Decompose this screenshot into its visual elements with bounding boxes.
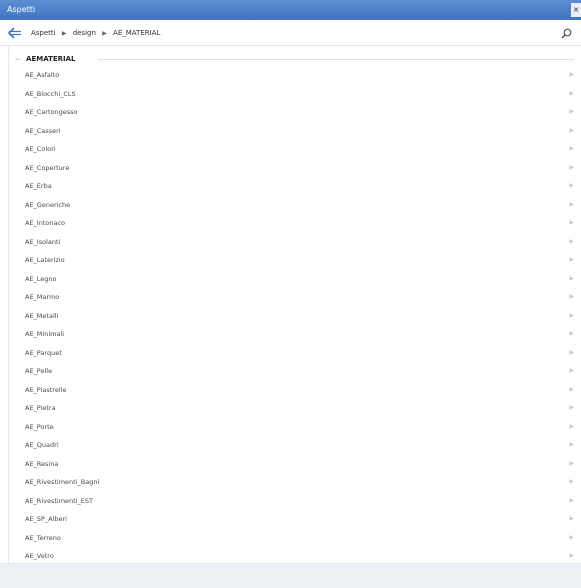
list-item[interactable]: AE_Legno ▶ <box>9 270 581 289</box>
list-item[interactable]: AE_Porte ▶ <box>9 418 581 437</box>
list-item-label: AE_Cartongesso <box>25 108 78 116</box>
search-icon[interactable] <box>561 28 572 39</box>
list-item[interactable]: AE_Minimali ▶ <box>9 325 581 344</box>
chevron-right-icon: ▶ <box>569 163 574 171</box>
list-item-label: AE_Rivestimenti_Bagni <box>25 478 100 486</box>
list-item-label: AE_Coperture <box>25 163 70 172</box>
list-item[interactable]: AE_Intonaco ▶ <box>9 214 581 233</box>
chevron-right-icon: ▶ <box>569 459 574 467</box>
list-item-label: AE_Isolanti <box>25 237 61 246</box>
list-item-label: AE_Porte <box>25 422 54 431</box>
chevron-right-icon: ▶ <box>569 367 574 374</box>
list-item[interactable]: AE_Casseri ▶ <box>9 122 581 141</box>
list-item[interactable]: AE_Coperture ▶ <box>9 159 581 178</box>
list-item-label: AE_Intonaco <box>25 219 66 227</box>
list-item-label: AE_Vetro <box>25 552 54 560</box>
chevron-right-icon: ▶ <box>569 256 574 263</box>
list-item-label: AE_Minimali <box>25 330 65 338</box>
breadcrumb-item-design[interactable]: design <box>73 29 96 37</box>
list-item[interactable]: AE_Generiche ▶ <box>9 196 581 215</box>
chevron-right-icon: ▶ <box>569 293 574 300</box>
collapse-icon[interactable]: − <box>15 56 20 63</box>
group-title: AEMATERIAL <box>26 55 76 63</box>
list-item[interactable]: AE_SP_Alberi ▶ <box>9 510 581 529</box>
list-item-label: AE_Generiche <box>25 200 71 209</box>
list-item-label: AE_Quadri <box>25 441 59 449</box>
chevron-right-icon: ▶ <box>569 348 574 356</box>
list-item[interactable]: AE_Laterizio ▶ <box>9 251 581 270</box>
chevron-right-icon: ▶ <box>569 219 574 226</box>
list-item-label: AE_Asfalto <box>25 71 60 79</box>
list-item[interactable]: AE_Resina ▶ <box>9 455 581 474</box>
triangle-right-icon: ▶ <box>61 30 67 37</box>
list-item-label: AE_Rivestimenti_EST <box>25 496 93 505</box>
breadcrumb-item-aspetti[interactable]: Aspetti <box>31 29 56 37</box>
list-item[interactable]: AE_Rivestimenti_EST ▶ <box>9 492 581 511</box>
list-item-label: AE_Casseri <box>25 126 61 135</box>
list-item[interactable]: AE_Blocchi_CLS ▶ <box>9 85 581 104</box>
chevron-right-icon: ▶ <box>569 330 574 337</box>
list-item[interactable]: AE_Terreno ▶ <box>9 529 581 548</box>
list-item-label: AE_Parquet <box>25 348 62 357</box>
chevron-right-icon: ▶ <box>569 145 574 152</box>
list-item-label: AE_Terreno <box>25 533 61 542</box>
list-item[interactable]: AE_Piastrelle ▶ <box>9 381 581 400</box>
list-item[interactable]: AE_Metalli ▶ <box>9 307 581 326</box>
list-item[interactable]: AE_Erba ▶ <box>9 177 581 196</box>
list-item-label: AE_Piastrelle <box>25 385 67 394</box>
chevron-right-icon: ▶ <box>569 108 574 115</box>
list-item-label: AE_Pelle <box>25 367 53 375</box>
list-item-label: AE_Resina <box>25 459 59 468</box>
list-item[interactable]: AE_Pietra ▶ <box>9 399 581 418</box>
list-item[interactable]: AE_Marmo ▶ <box>9 288 581 307</box>
list-item-label: AE_Pietra <box>25 404 56 412</box>
chevron-right-icon: ▶ <box>569 441 574 448</box>
chevron-right-icon: ▶ <box>569 126 574 134</box>
chevron-right-icon: ▶ <box>569 496 574 504</box>
chevron-right-icon: ▶ <box>569 237 574 245</box>
chevron-right-icon: ▶ <box>569 71 574 78</box>
chevron-right-icon: ▶ <box>569 311 574 319</box>
close-button[interactable]: × <box>571 3 581 17</box>
chevron-right-icon: ▶ <box>569 182 574 189</box>
chevron-right-icon: ▶ <box>569 533 574 541</box>
list-item[interactable]: AE_Asfalto ▶ <box>9 66 581 85</box>
material-list: AE_Asfalto ▶ AE_Blocchi_CLS ▶ AE_Cartongesso… <box>9 66 581 566</box>
list-item[interactable]: AE_Isolanti ▶ <box>9 233 581 252</box>
chevron-right-icon: ▶ <box>569 274 574 282</box>
list-item-label: AE_Erba <box>25 182 52 190</box>
chevron-right-icon: ▶ <box>569 422 574 430</box>
list-item-label: AE_SP_Alberi <box>25 515 67 523</box>
chevron-right-icon: ▶ <box>569 515 574 522</box>
breadcrumb: Aspetti ▶ design ▶ AE_MATERIAL <box>31 20 160 46</box>
chevron-right-icon: ▶ <box>569 478 574 485</box>
footer-bar <box>0 563 581 588</box>
group-header[interactable]: − AEMATERIAL <box>15 52 95 66</box>
list-item[interactable]: AE_Parquet ▶ <box>9 344 581 363</box>
list-item-label: AE_Legno <box>25 274 57 283</box>
chevron-right-icon: ▶ <box>569 385 574 393</box>
list-item[interactable]: AE_Pelle ▶ <box>9 362 581 381</box>
list-item[interactable]: AE_Rivestimenti_Bagni ▶ <box>9 473 581 492</box>
content-panel: − AEMATERIAL AE_Asfalto ▶ AE_Blocchi_CLS ▶ AE… <box>8 46 581 586</box>
window-titlebar: Aspetti × <box>0 0 581 20</box>
chevron-right-icon: ▶ <box>569 200 574 208</box>
list-item-label: AE_Metalli <box>25 311 59 320</box>
group-divider <box>98 59 574 60</box>
back-arrow-icon[interactable] <box>8 27 22 39</box>
triangle-right-icon: ▶ <box>102 30 107 37</box>
list-item[interactable]: AE_Quadri ▶ <box>9 436 581 455</box>
list-item-label: AE_Blocchi_CLS <box>25 89 76 98</box>
chevron-right-icon: ▶ <box>569 89 574 97</box>
list-item-label: AE_Marmo <box>25 293 60 301</box>
list-item[interactable]: AE_Cartongesso ▶ <box>9 103 581 122</box>
navigation-bar: Aspetti ▶ design ▶ AE_MATERIAL <box>0 20 581 46</box>
chevron-right-icon: ▶ <box>569 404 574 411</box>
list-item-label: AE_Colori <box>25 145 56 153</box>
breadcrumb-item-ae-material[interactable]: AE_MATERIAL <box>113 29 160 37</box>
list-item[interactable]: AE_Colori ▶ <box>9 140 581 159</box>
list-item-label: AE_Laterizio <box>25 256 65 264</box>
window-title: Aspetti <box>7 5 36 14</box>
